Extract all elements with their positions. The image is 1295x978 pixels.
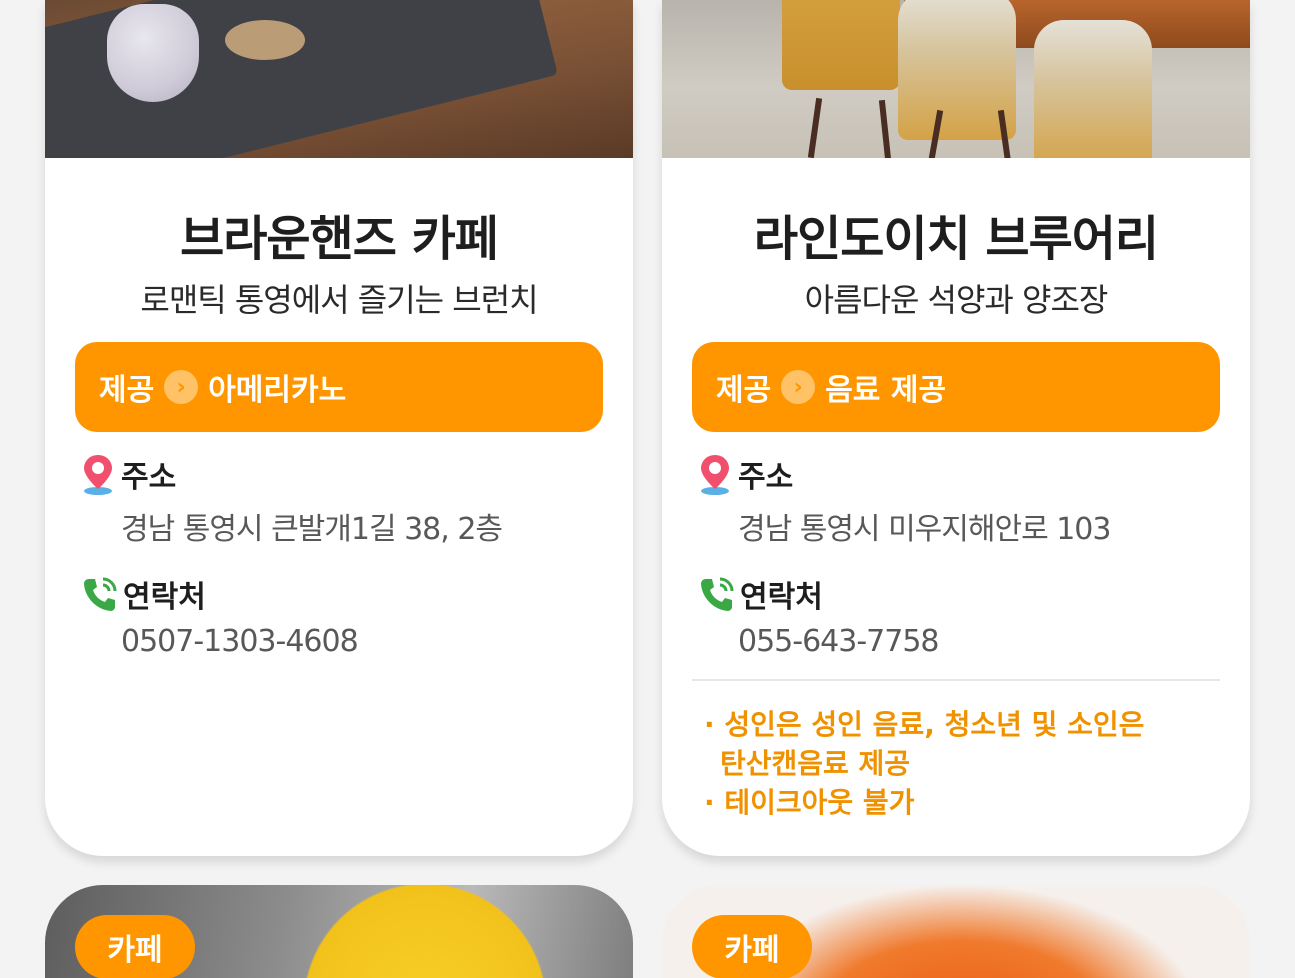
place-subtitle: 아름다운 석양과 양조장 [804,281,1109,319]
divider [692,679,1220,681]
phone-icon [81,575,117,613]
place-photo [45,0,633,158]
place-card-next-right[interactable]: 카페 [662,885,1250,978]
contact-label: 연락처 [123,580,206,615]
provide-value: 음료 제공 [825,373,947,408]
contact-label: 연락처 [740,580,823,615]
provide-banner: 제공 › 음료 제공 [692,342,1220,432]
address-label: 주소 [121,460,177,495]
note-line: · 성인은 성인 음료, 청소년 및 소인은 [704,708,1145,741]
place-card-next-left[interactable]: 카페 [45,885,633,978]
category-tag: 카페 [692,915,812,978]
provide-banner: 제공 › 아메리카노 [75,342,603,432]
chevron-right-icon: › [164,370,199,404]
phone-value[interactable]: 055-643-7758 [738,624,1220,659]
provide-value: 아메리카노 [208,373,347,408]
chevron-right-icon: › [781,370,816,404]
provide-label: 제공 [99,373,155,408]
provide-label: 제공 [716,373,772,408]
address-label: 주소 [738,460,794,495]
place-photo [662,0,1250,158]
category-tag: 카페 [75,915,195,978]
place-title: 라인도이치 브루어리 [753,211,1159,267]
address-value: 경남 통영시 미우지해안로 103 [738,512,1111,547]
place-card-brownhands[interactable]: 브라운핸즈 카페 로맨틱 통영에서 즐기는 브런치 제공 › 아메리카노 주소 … [45,0,633,856]
location-pin-icon [698,453,732,495]
note-line: 탄산캔음료 제공 [720,747,911,780]
phone-value[interactable]: 0507-1303-4608 [121,624,603,659]
place-card-rheindeutsch[interactable]: 라인도이치 브루어리 아름다운 석양과 양조장 제공 › 음료 제공 주소 경남… [662,0,1250,856]
address-value: 경남 통영시 큰발개1길 38, 2층 [121,512,503,547]
location-pin-icon [81,453,115,495]
place-subtitle: 로맨틱 통영에서 즐기는 브런치 [140,281,538,319]
note-line: · 테이크아웃 불가 [704,786,915,819]
notes: · 성인은 성인 음료, 청소년 및 소인은 탄산캔음료 제공 · 테이크아웃 … [692,705,1220,822]
place-title: 브라운핸즈 카페 [180,211,499,267]
page: 브라운핸즈 카페 로맨틱 통영에서 즐기는 브런치 제공 › 아메리카노 주소 … [0,0,1295,978]
phone-icon [698,575,734,613]
